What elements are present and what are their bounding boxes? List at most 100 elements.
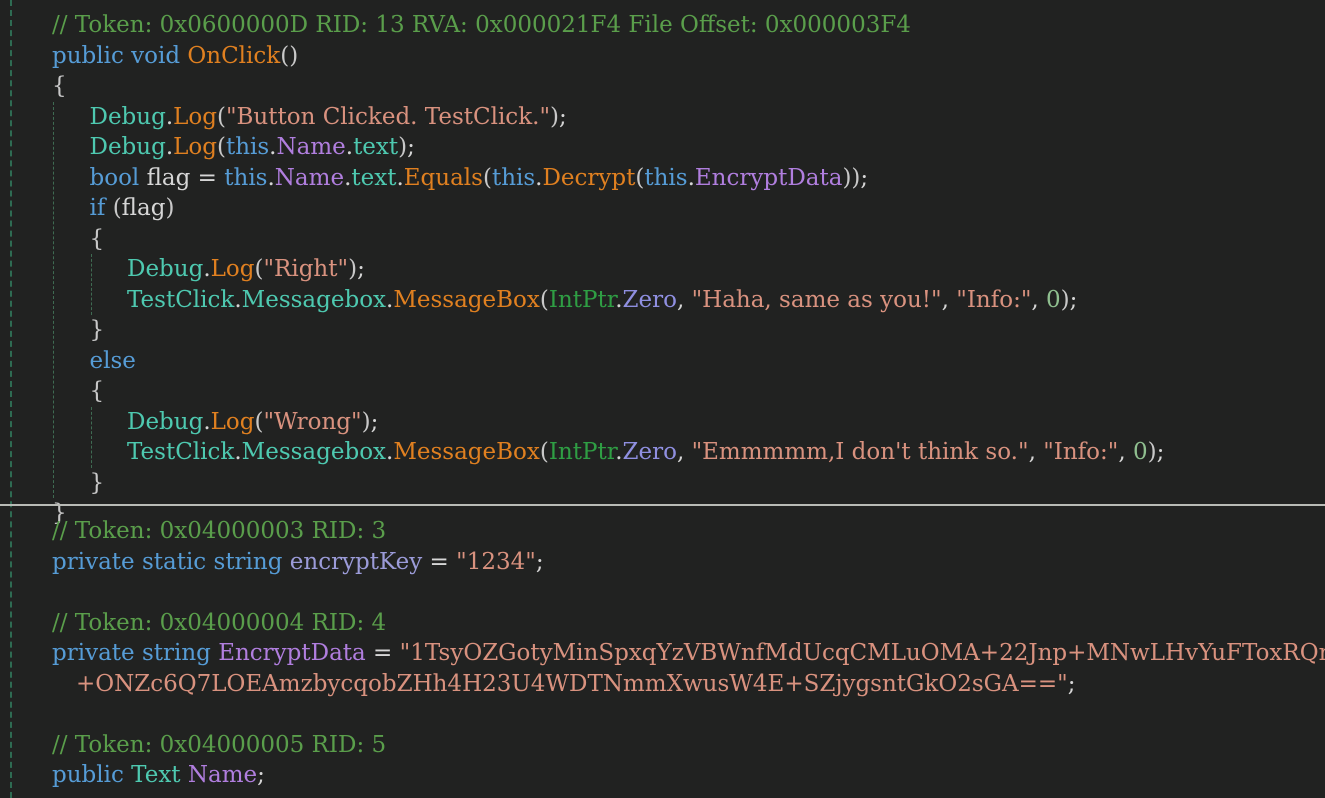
token-fn: Log — [173, 134, 217, 160]
token-pun — [135, 640, 142, 666]
token-brc: } — [89, 317, 105, 343]
fields-code-lines[interactable]: // Token: 0x04000003 RID: 3 private stati… — [0, 506, 1325, 791]
code-line[interactable]: } — [52, 468, 1325, 499]
token-fn: Equals — [403, 164, 483, 191]
token-pun: ; — [1067, 670, 1076, 697]
token-pun: . — [234, 286, 242, 313]
code-line[interactable]: bool flag = this.Name.text.Equals(this.D… — [52, 163, 1325, 194]
token-type: Debug — [127, 408, 204, 435]
code-line[interactable]: Debug.Log("Wrong"); — [52, 407, 1325, 438]
method-pane[interactable]: // Token: 0x0600000D RID: 13 RVA: 0x0000… — [0, 0, 1325, 526]
token-pun: ; — [1069, 286, 1078, 313]
token-brc: ( — [539, 439, 549, 465]
token-pun: . — [345, 134, 354, 160]
code-line[interactable]: Debug.Log("Button Clicked. TestClick."); — [52, 102, 1325, 133]
method-code-lines[interactable]: // Token: 0x0600000D RID: 13 RVA: 0x0000… — [0, 0, 1325, 529]
token-brc: { — [52, 73, 67, 99]
token-fn: Log — [173, 103, 217, 130]
code-line[interactable]: { — [52, 376, 1325, 407]
token-brc: ) — [398, 134, 408, 160]
token-pun — [52, 579, 59, 605]
token-brc: ( — [216, 103, 226, 130]
token-str: "Info:" — [956, 286, 1032, 313]
token-fn: Log — [210, 408, 255, 435]
token-kw: string — [141, 640, 211, 666]
code-editor[interactable]: // Token: 0x0600000D RID: 13 RVA: 0x0000… — [0, 0, 1325, 798]
code-line[interactable]: +ONZc6Q7LOEAmzbycqobZHh4H23U4WDTNmmXwusW… — [52, 669, 1325, 700]
token-kw: public — [52, 762, 124, 788]
token-type: TestClick — [127, 286, 235, 313]
token-type: text — [353, 134, 399, 160]
token-type: Text — [131, 762, 181, 788]
token-pun: , — [1118, 439, 1133, 465]
code-line[interactable]: private static string encryptKey = "1234… — [52, 547, 1325, 578]
token-brc: ) — [165, 195, 175, 221]
code-line[interactable]: TestClick.Messagebox.MessageBox(IntPtr.Z… — [52, 437, 1325, 468]
token-pun: , — [941, 286, 957, 313]
code-line[interactable]: // Token: 0x04000003 RID: 3 — [52, 516, 1325, 547]
code-line[interactable]: // Token: 0x04000004 RID: 4 — [52, 608, 1325, 639]
token-str: "1TsyOZGotyMinSpxqYzVBWnfMdUcqCMLuOMA+22… — [399, 640, 1325, 666]
token-kw: private — [52, 548, 135, 575]
code-line[interactable]: else — [52, 346, 1325, 377]
token-type: text — [351, 164, 397, 191]
token-fn: MessageBox — [393, 286, 540, 313]
code-line[interactable]: public void OnClick() — [52, 41, 1325, 72]
token-pun: . — [615, 439, 623, 465]
token-fn: OnClick — [187, 42, 281, 69]
token-brc: )) — [842, 164, 861, 191]
token-purp2: Zero — [622, 286, 677, 313]
token-brc: ) — [361, 408, 371, 435]
code-line[interactable]: } — [52, 315, 1325, 346]
token-pun: = — [365, 640, 400, 666]
code-line[interactable]: if (flag) — [52, 193, 1325, 224]
token-num: 0 — [1046, 286, 1061, 313]
token-brc: { — [89, 378, 105, 404]
token-str: "Haha, same as you!" — [691, 286, 942, 313]
token-pun — [206, 549, 213, 575]
token-pun: ; — [257, 762, 265, 788]
token-str: "1234" — [456, 548, 536, 575]
token-pun: = — [422, 548, 457, 575]
code-line[interactable]: { — [52, 224, 1325, 255]
token-type: Debug — [89, 103, 166, 130]
token-str: "Info:" — [1043, 439, 1119, 465]
token-prop: Name — [187, 762, 258, 788]
fields-pane[interactable]: // Token: 0x04000003 RID: 3 private stati… — [0, 506, 1325, 798]
code-line[interactable] — [52, 699, 1325, 730]
token-prop: Name — [276, 134, 346, 160]
token-pun: . — [267, 164, 275, 191]
code-line[interactable]: { — [52, 71, 1325, 102]
token-type: Messagebox — [241, 286, 387, 313]
token-pun: . — [234, 439, 242, 465]
code-line[interactable]: Debug.Log(this.Name.text); — [52, 132, 1325, 163]
token-pun — [181, 762, 188, 788]
token-type: Debug — [89, 134, 166, 160]
token-brc: ( — [112, 195, 122, 221]
token-kw: this — [225, 134, 270, 160]
token-fn: Log — [210, 256, 255, 282]
token-pun — [105, 195, 112, 221]
token-pun: , — [676, 286, 692, 313]
code-line[interactable]: Debug.Log("Right"); — [52, 254, 1325, 285]
token-brc: () — [280, 42, 299, 69]
code-line[interactable]: // Token: 0x04000005 RID: 5 — [52, 730, 1325, 761]
token-pun: ; — [860, 164, 869, 191]
token-cmt: // Token: 0x04000005 RID: 5 — [52, 731, 387, 758]
token-fn: Decrypt — [542, 164, 636, 191]
token-pun: , — [1028, 439, 1044, 465]
token-pun: , — [676, 439, 692, 465]
token-pun: ; — [370, 408, 379, 435]
token-pun: . — [687, 164, 695, 191]
code-line[interactable]: // Token: 0x0600000D RID: 13 RVA: 0x0000… — [52, 10, 1325, 41]
code-line[interactable]: private string EncryptData = "1TsyOZGoty… — [52, 638, 1325, 669]
token-pun: . — [396, 164, 404, 191]
token-pun: ; — [1156, 439, 1165, 465]
code-line[interactable] — [52, 577, 1325, 608]
code-line[interactable]: TestClick.Messagebox.MessageBox(IntPtr.Z… — [52, 285, 1325, 316]
token-purp2: Zero — [622, 439, 677, 465]
token-brc: ( — [216, 134, 226, 160]
token-prop: EncryptData — [218, 640, 366, 666]
token-pun: , — [1031, 286, 1047, 313]
code-line[interactable]: public Text Name; — [52, 760, 1325, 791]
